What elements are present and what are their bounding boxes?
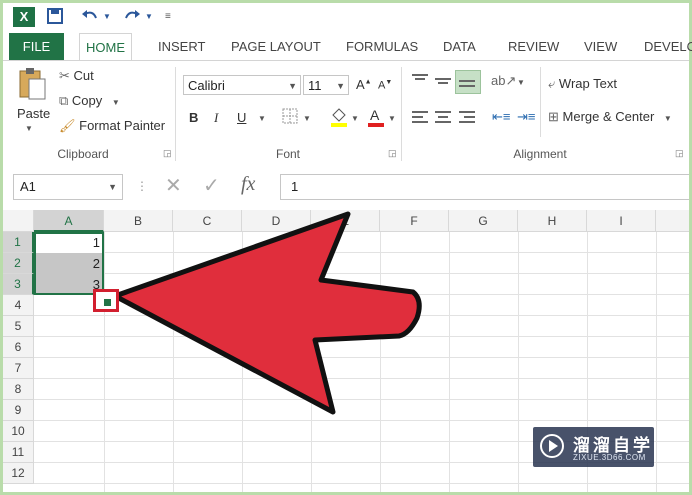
underline-button[interactable]: U (237, 110, 246, 125)
chevron-down-icon: ▼ (336, 81, 345, 91)
name-box-value: A1 (20, 179, 36, 194)
play-icon (540, 434, 564, 458)
tab-home[interactable]: HOME (79, 33, 132, 62)
watermark-logo: 溜溜自学 ZIXUE.3D66.COM (533, 427, 654, 467)
borders-button[interactable] (282, 108, 298, 127)
font-color-icon: A (368, 107, 384, 127)
font-group-label: Font (275, 147, 300, 161)
cancel-icon[interactable]: ✕ (165, 173, 182, 198)
bold-button[interactable]: B (189, 110, 198, 125)
merge-icon: ⊞ (548, 109, 559, 124)
align-top-icon[interactable] (411, 73, 429, 92)
paste-button[interactable] (17, 67, 47, 104)
redo-dropdown-icon[interactable]: ▼ (145, 12, 153, 21)
align-bottom-icon[interactable] (455, 70, 481, 94)
undo-icon[interactable] (81, 8, 99, 29)
divider (401, 67, 402, 161)
chevron-down-icon: ▼ (108, 182, 117, 192)
paste-label[interactable]: Paste (17, 106, 50, 121)
cut-button[interactable]: ✂ Cut (59, 68, 94, 84)
tab-data[interactable]: DATA (437, 33, 482, 60)
tab-file[interactable]: FILE (9, 33, 64, 60)
insert-function-icon[interactable]: fx (241, 173, 255, 196)
decrease-font-icon[interactable]: A▼ (378, 79, 392, 92)
divider (175, 67, 176, 161)
copy-dropdown-icon[interactable]: ▼ (112, 98, 120, 107)
wrap-text-icon: ⤶ (548, 76, 556, 91)
watermark-url: ZIXUE.3D66.COM (573, 453, 646, 462)
ribbon-tabs: FILE HOME INSERT PAGE LAYOUT FORMULAS DA… (3, 33, 692, 62)
tab-insert[interactable]: INSERT (152, 33, 211, 60)
quick-access-toolbar: X ▼ ▼ ≡ (3, 3, 689, 33)
align-middle-icon[interactable] (434, 73, 452, 92)
borders-dropdown-icon[interactable]: ▼ (303, 114, 311, 123)
merge-center-label: Merge & Center (562, 109, 655, 124)
increase-font-icon[interactable]: A▲ (356, 77, 372, 92)
increase-indent-icon[interactable]: ⇥≡ (517, 109, 535, 125)
redo-icon[interactable] (123, 8, 141, 29)
formula-input[interactable]: 1 (280, 174, 689, 200)
orientation-dropdown-icon[interactable]: ▼ (517, 78, 525, 87)
align-center-icon[interactable] (434, 109, 452, 128)
enter-icon[interactable]: ✓ (203, 173, 220, 198)
clipboard-icon (19, 68, 46, 100)
font-size-value: 11 (308, 78, 322, 93)
format-painter-button[interactable]: 🖌 Format Painter (59, 118, 165, 134)
borders-icon (282, 108, 298, 124)
italic-button[interactable]: I (214, 110, 218, 126)
fill-color-swatch (331, 123, 347, 127)
merge-dropdown-icon[interactable]: ▼ (664, 114, 672, 123)
excel-logo-icon: X (13, 7, 35, 27)
copy-label: Copy (71, 93, 103, 108)
font-color-swatch (368, 123, 384, 127)
name-box[interactable]: A1 ▼ (13, 174, 123, 200)
tab-page-layout[interactable]: PAGE LAYOUT (225, 33, 327, 60)
font-color-dropdown-icon[interactable]: ▼ (388, 114, 396, 123)
orientation-icon[interactable]: ab↗ (491, 73, 516, 89)
more-icon: ⋮ (136, 179, 148, 193)
font-family-select[interactable]: Calibri ▼ (183, 75, 301, 95)
ribbon-home: Paste ▼ ✂ Cut ⧉ Copy ▼ 🖌 Format Painter … (3, 60, 689, 166)
copy-button[interactable]: ⧉ Copy ▼ (59, 93, 120, 109)
wrap-text-label: Wrap Text (558, 76, 617, 91)
divider (540, 67, 541, 137)
format-painter-label: Format Painter (79, 118, 166, 133)
save-icon[interactable] (47, 8, 63, 29)
fill-handle-highlight[interactable] (93, 289, 119, 312)
paint-bucket-icon (331, 108, 347, 127)
clipboard-launcher-icon[interactable]: ◲ (163, 148, 172, 159)
alignment-group-label: Alignment (513, 147, 567, 161)
copy-icon: ⧉ (59, 93, 69, 108)
align-right-icon[interactable] (458, 109, 476, 128)
customize-icon[interactable]: ≡ (165, 11, 171, 22)
merge-center-button[interactable]: ⊞ Merge & Center ▼ (548, 109, 672, 125)
tab-review[interactable]: REVIEW (502, 33, 565, 60)
formula-bar: A1 ▼ ⋮ ✕ ✓ fx 1 (3, 165, 689, 209)
clipboard-group-label: Clipboard (57, 147, 109, 161)
font-color-button[interactable]: A (367, 107, 385, 130)
decrease-indent-icon[interactable]: ⇤≡ (492, 109, 510, 125)
font-family-value: Calibri (188, 78, 225, 93)
tab-view[interactable]: VIEW (578, 33, 623, 60)
fill-handle[interactable] (103, 298, 112, 307)
paintbrush-icon: 🖌 (59, 118, 76, 133)
font-launcher-icon[interactable]: ◲ (388, 148, 397, 159)
underline-dropdown-icon[interactable]: ▼ (258, 114, 266, 123)
scissors-icon: ✂ (59, 68, 70, 83)
fill-color-button[interactable] (330, 107, 348, 130)
cut-label: Cut (73, 68, 94, 83)
paste-dropdown-icon[interactable]: ▼ (25, 124, 33, 133)
wrap-text-button[interactable]: ⤶ Wrap Text (548, 76, 617, 92)
chevron-down-icon: ▼ (288, 81, 297, 91)
tab-developer[interactable]: DEVELO (638, 33, 692, 60)
tab-formulas[interactable]: FORMULAS (340, 33, 424, 60)
fill-color-dropdown-icon[interactable]: ▼ (351, 114, 359, 123)
undo-dropdown-icon[interactable]: ▼ (103, 12, 111, 21)
align-left-icon[interactable] (411, 109, 429, 128)
font-size-select[interactable]: 11 ▼ (303, 75, 349, 95)
alignment-launcher-icon[interactable]: ◲ (675, 148, 684, 159)
svg-text:A: A (370, 107, 380, 123)
